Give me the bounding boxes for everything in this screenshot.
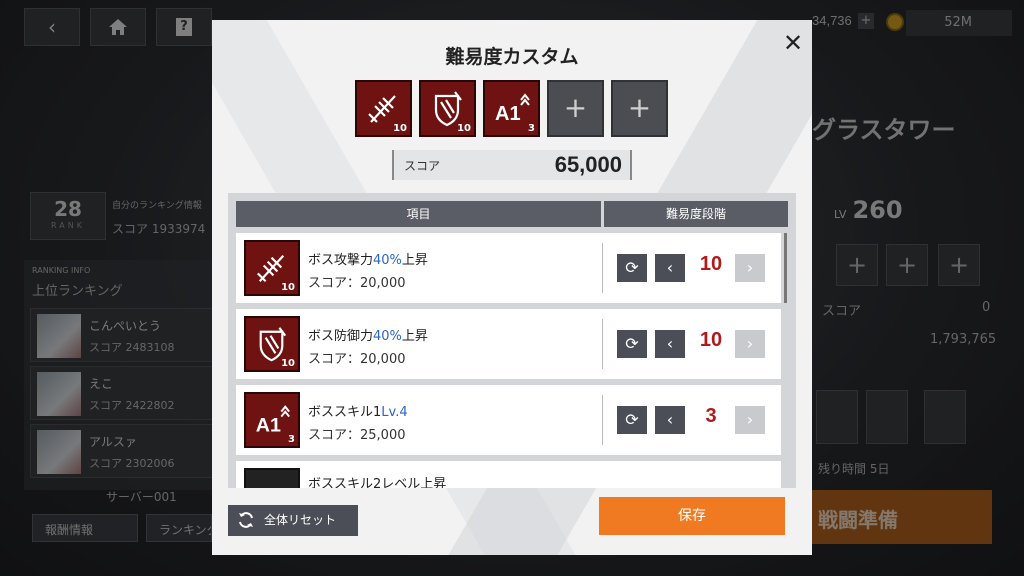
modifier-name: ボス防御力40%上昇 xyxy=(308,325,428,344)
reset-all-label: 全体リセット xyxy=(264,513,337,527)
name-highlight: Lv.4 xyxy=(381,405,408,420)
modifier-name: ボス攻撃力40%上昇 xyxy=(308,249,428,268)
chip-level: 3 xyxy=(528,123,535,134)
selected-chip[interactable]: A1 3 xyxy=(483,80,540,137)
reset-all-button[interactable]: 全体リセット xyxy=(228,505,358,536)
reset-row-button[interactable]: ⟳ xyxy=(617,254,647,282)
close-icon: ✕ xyxy=(782,29,804,57)
icon-level: 10 xyxy=(281,282,295,293)
save-button[interactable]: 保存 xyxy=(599,497,785,535)
refresh-icon xyxy=(239,512,253,528)
name-text: ボススキル1 xyxy=(308,405,382,420)
col-stage-header: 難易度段階 xyxy=(604,201,788,227)
stage-value: 10 xyxy=(699,329,723,351)
close-button[interactable]: ✕ xyxy=(780,30,806,56)
modifier-score: スコア：25,000 xyxy=(308,428,406,443)
chevron-left-icon: ‹ xyxy=(666,334,674,353)
chevron-left-icon: ‹ xyxy=(666,258,674,277)
divider xyxy=(602,395,603,445)
divider xyxy=(602,243,603,293)
modifier-score: スコア：20,000 xyxy=(308,276,406,291)
score-value: 65,000 xyxy=(554,152,622,177)
table-header: 項目 難易度段階 xyxy=(236,201,788,227)
stage-value: 3 xyxy=(705,405,717,427)
total-score: スコア 65,000 xyxy=(392,150,632,180)
score-label: スコア xyxy=(404,159,441,173)
reset-row-button[interactable]: ⟳ xyxy=(617,330,647,358)
chevron-right-icon: › xyxy=(746,258,754,277)
increase-button[interactable]: › xyxy=(735,406,765,434)
stage-value: 10 xyxy=(699,253,723,275)
modifier-icon: A1 3 xyxy=(244,392,300,448)
decrease-button[interactable]: ‹ xyxy=(655,330,685,358)
chevron-right-icon: › xyxy=(746,410,754,429)
decrease-button[interactable]: ‹ xyxy=(655,254,685,282)
skill-icon xyxy=(244,468,300,488)
chevron-right-icon: › xyxy=(746,334,754,353)
svg-text:A1: A1 xyxy=(256,414,281,436)
chevron-left-icon: ‹ xyxy=(666,410,674,429)
name-suffix: 上昇 xyxy=(401,329,428,344)
icon-level: 3 xyxy=(288,434,295,445)
modal-title: 難易度カスタム xyxy=(445,46,579,68)
table-row: 10 ボス防御力40%上昇 スコア：20,000 ⟳ ‹ 10 › xyxy=(236,309,781,379)
chip-level: 10 xyxy=(457,123,471,134)
name-highlight: 40% xyxy=(373,329,402,344)
modifier-table: 項目 難易度段階 10 ボス攻撃力40%上昇 スコア：20,000 ⟳ ‹ 10… xyxy=(228,193,796,488)
name-text: ボス攻撃力 xyxy=(308,253,374,268)
col-item-header: 項目 xyxy=(236,201,601,227)
name-suffix: 上昇 xyxy=(401,253,428,268)
empty-slot[interactable]: + xyxy=(611,80,668,137)
decrease-button[interactable]: ‹ xyxy=(655,406,685,434)
increase-button[interactable]: › xyxy=(735,330,765,358)
table-row: ボススキル2レベル上昇 xyxy=(236,461,781,488)
selected-chip[interactable]: 10 xyxy=(355,80,412,137)
table-row: 10 ボス攻撃力40%上昇 スコア：20,000 ⟳ ‹ 10 › xyxy=(236,233,781,303)
difficulty-custom-modal: 難易度カスタム ✕ 10 10 A1 3 + + スコア 65,000 項目 難… xyxy=(212,20,812,555)
name-text: ボス防御力 xyxy=(308,329,374,344)
name-highlight: 40% xyxy=(373,253,402,268)
modifier-score: スコア：20,000 xyxy=(308,352,406,367)
modifier-icon: 10 xyxy=(244,240,300,296)
refresh-icon: ⟳ xyxy=(625,410,639,429)
refresh-icon: ⟳ xyxy=(625,258,639,277)
reset-row-button[interactable]: ⟳ xyxy=(617,406,647,434)
modifier-icon: 10 xyxy=(244,316,300,372)
svg-text:A1: A1 xyxy=(495,103,521,125)
icon-level: 10 xyxy=(281,358,295,369)
scrollbar[interactable] xyxy=(784,233,787,303)
modifier-name: ボススキル2レベル上昇 xyxy=(308,477,447,488)
selected-chip[interactable]: 10 xyxy=(419,80,476,137)
modifier-name: ボススキル1Lv.4 xyxy=(308,401,408,420)
table-row: A1 3 ボススキル1Lv.4 スコア：25,000 ⟳ ‹ 3 › xyxy=(236,385,781,455)
refresh-icon: ⟳ xyxy=(625,334,639,353)
empty-slot[interactable]: + xyxy=(547,80,604,137)
divider xyxy=(602,319,603,369)
increase-button[interactable]: › xyxy=(735,254,765,282)
chip-level: 10 xyxy=(393,123,407,134)
